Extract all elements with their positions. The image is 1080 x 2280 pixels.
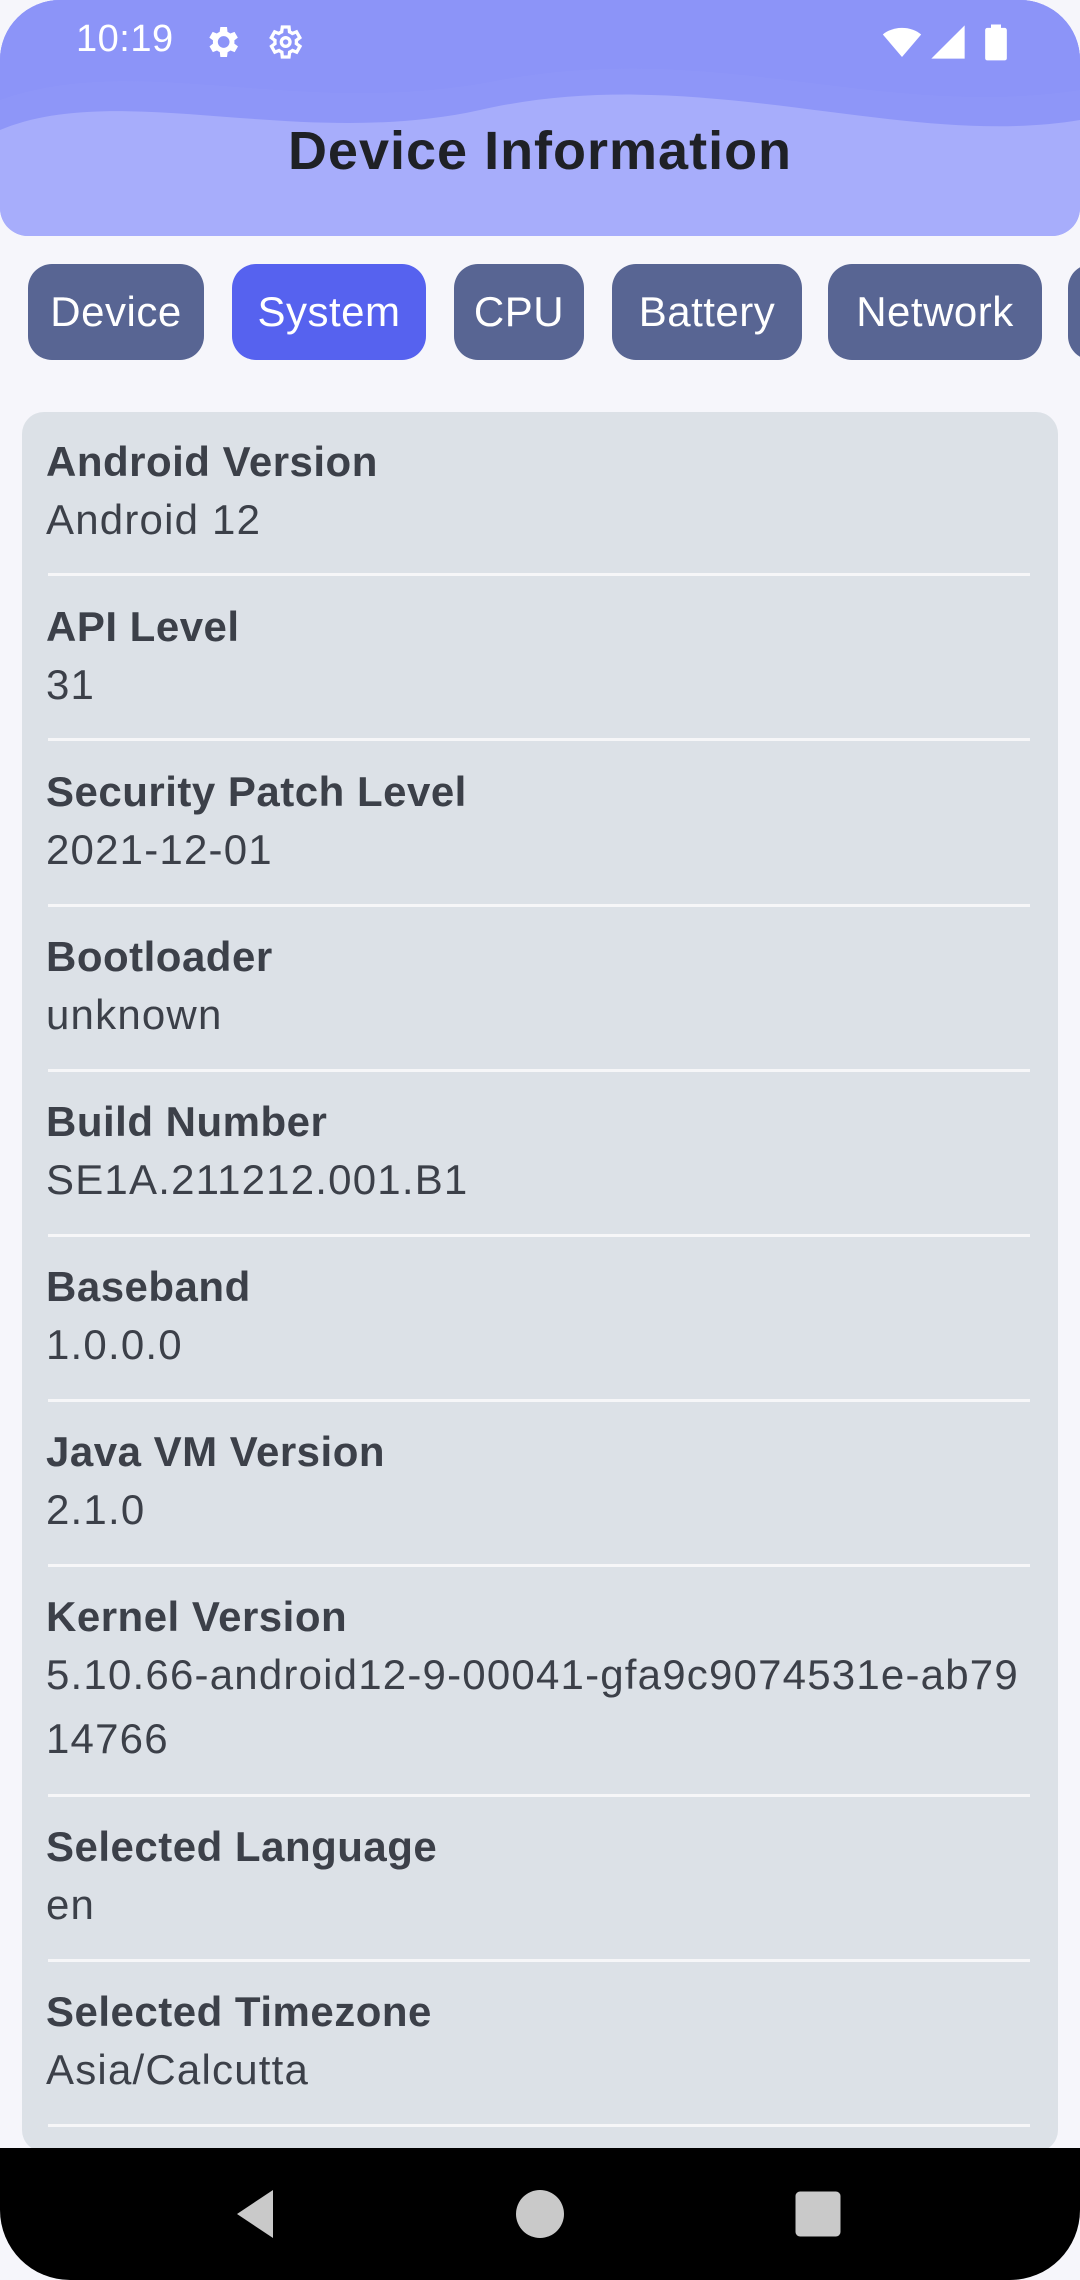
tab-bar: Device System CPU Battery Network — [0, 264, 1080, 362]
row-value: 2021-12-01 — [46, 826, 273, 873]
status-bar: 10:19 — [0, 0, 1080, 88]
row-label: Selected Timezone — [46, 1988, 432, 2035]
row-label: Android Version — [46, 438, 378, 485]
gear-icon — [209, 27, 238, 57]
row-label: Build Number — [46, 1098, 328, 1145]
tab-more[interactable] — [1068, 264, 1080, 360]
tab-cpu[interactable]: CPU — [454, 264, 584, 360]
app-header: 10:19 Device Information — [0, 0, 1080, 236]
row-label: Baseband — [46, 1263, 251, 1310]
tab-system[interactable]: System — [232, 264, 426, 360]
row-value: Asia/Calcutta — [46, 2046, 310, 2093]
tab-battery[interactable]: Battery — [612, 264, 802, 360]
row-label: API Level — [46, 603, 240, 650]
divider — [48, 1399, 1030, 1402]
page-title: Device Information — [287, 121, 793, 181]
row-label: Selected Language — [46, 1823, 438, 1870]
settings-outline-icon — [269, 25, 303, 59]
home-icon[interactable] — [504, 2178, 576, 2250]
tab-device[interactable]: Device — [28, 264, 204, 360]
row-value: 1.0.0.0 — [46, 1321, 183, 1368]
row-label: Bootloader — [46, 933, 273, 980]
divider — [48, 1959, 1030, 1962]
row-value: en — [46, 1881, 96, 1928]
system-nav-bar — [0, 2148, 1080, 2280]
divider — [48, 738, 1030, 741]
row-value: 5.10.66-android12-9-00041-gfa9c9074531e-… — [46, 1651, 1019, 1762]
divider — [48, 1234, 1030, 1237]
back-icon[interactable] — [222, 2178, 294, 2250]
row-value: 31 — [46, 661, 96, 708]
divider — [48, 573, 1030, 576]
divider — [48, 1069, 1030, 1072]
row-value: unknown — [46, 991, 223, 1038]
row-label: Kernel Version — [46, 1593, 348, 1640]
divider — [48, 1564, 1030, 1567]
divider — [48, 904, 1030, 907]
row-value: SE1A.211212.001.B1 — [46, 1156, 469, 1203]
row-value: 2.1.0 — [46, 1486, 146, 1533]
battery-icon — [985, 24, 1007, 61]
row-value: Android 12 — [46, 496, 262, 543]
row-label: Java VM Version — [46, 1428, 386, 1475]
tab-network[interactable]: Network — [828, 264, 1042, 360]
status-time: 10:19 — [76, 18, 174, 60]
wifi-icon — [882, 27, 922, 57]
recents-icon[interactable] — [782, 2178, 854, 2250]
row-label: Security Patch Level — [46, 768, 467, 815]
divider — [48, 2124, 1030, 2127]
signal-icon — [931, 25, 965, 59]
system-info-card: Android Version Android 12 API Level 31 … — [22, 412, 1058, 2152]
divider — [48, 1794, 1030, 1797]
